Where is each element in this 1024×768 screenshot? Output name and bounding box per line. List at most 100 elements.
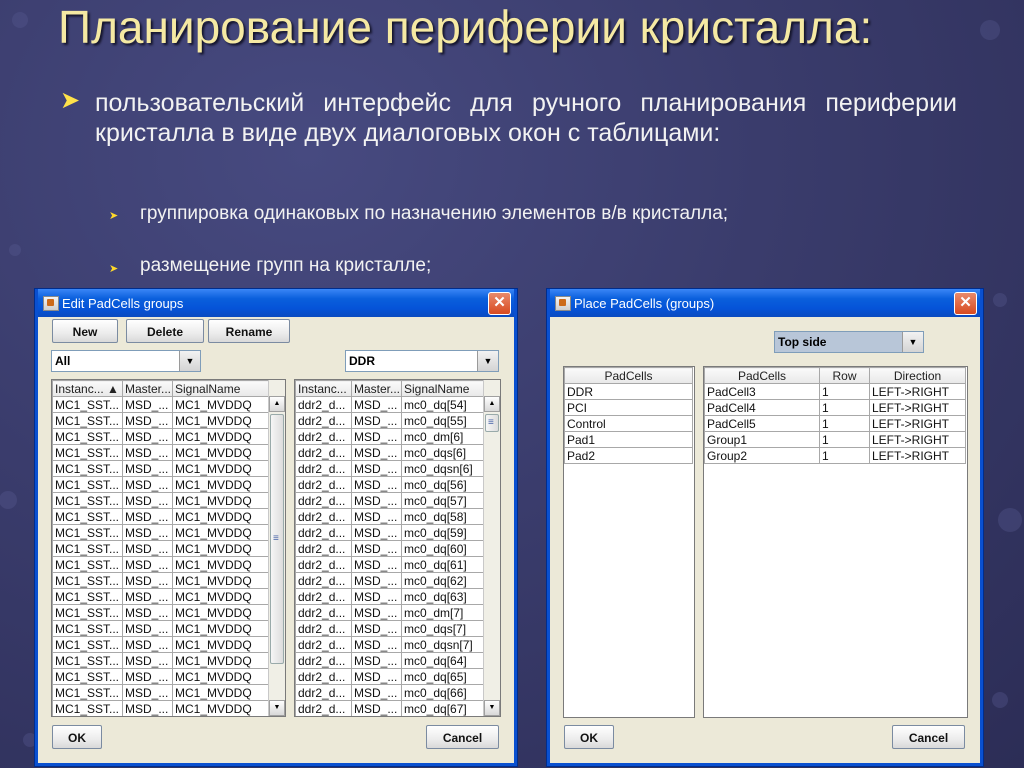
table-row[interactable]: ddr2_d... MSD_... mc0_dq[57] <box>295 492 485 509</box>
table-cell[interactable]: ddr2_d... <box>295 652 352 669</box>
table-cell[interactable]: mc0_dq[62] <box>401 572 485 589</box>
table-row[interactable]: MC1_SST... MSD_... MC1_MVDDQ <box>52 652 270 669</box>
table-cell[interactable]: PadCell5 <box>704 415 820 432</box>
close-icon[interactable]: ✕ <box>954 292 977 315</box>
table-cell[interactable]: MC1_MVDDQ <box>172 684 270 701</box>
rename-button[interactable]: Rename <box>208 319 290 343</box>
table-cell[interactable]: ddr2_d... <box>295 492 352 509</box>
table-row[interactable]: ddr2_d... MSD_... mc0_dqs[6] <box>295 444 485 461</box>
table-row[interactable]: PadCell3 1 LEFT->RIGHT <box>704 383 966 400</box>
table-row[interactable]: ddr2_d... MSD_... mc0_dm[6] <box>295 428 485 445</box>
table-cell[interactable]: MC1_MVDDQ <box>172 444 270 461</box>
table-cell[interactable]: ddr2_d... <box>295 460 352 477</box>
table-cell[interactable]: MSD_... <box>122 476 173 493</box>
table-cell[interactable]: mc0_dq[55] <box>401 412 485 429</box>
table-cell[interactable]: LEFT->RIGHT <box>869 431 966 448</box>
table-cell[interactable]: MC1_SST... <box>52 444 123 461</box>
side-select[interactable]: Top side ▼ <box>774 331 924 353</box>
column-header[interactable]: Instanc... <box>295 380 352 397</box>
table-row[interactable]: ddr2_d... MSD_... mc0_dq[65] <box>295 668 485 685</box>
table-row[interactable]: MC1_SST... MSD_... MC1_MVDDQ <box>52 492 270 509</box>
table-cell[interactable]: MC1_MVDDQ <box>172 508 270 525</box>
new-button[interactable]: New <box>52 319 118 343</box>
table-row[interactable]: ddr2_d... MSD_... mc0_dq[56] <box>295 476 485 493</box>
table-cell[interactable]: MSD_... <box>351 412 402 429</box>
table-cell[interactable]: MSD_... <box>351 428 402 445</box>
table-cell[interactable]: ddr2_d... <box>295 620 352 637</box>
table-cell[interactable]: MC1_MVDDQ <box>172 428 270 445</box>
table-cell[interactable]: MC1_SST... <box>52 412 123 429</box>
table-cell[interactable]: ddr2_d... <box>295 396 352 413</box>
table-cell[interactable]: MSD_... <box>351 604 402 621</box>
table-cell[interactable]: MC1_MVDDQ <box>172 700 270 716</box>
table-cell[interactable]: MC1_MVDDQ <box>172 412 270 429</box>
table-cell[interactable]: MSD_... <box>122 396 173 413</box>
table-cell[interactable]: ddr2_d... <box>295 508 352 525</box>
table-cell[interactable]: MSD_... <box>351 476 402 493</box>
table-cell[interactable]: MC1_SST... <box>52 700 123 716</box>
table-cell[interactable]: MC1_SST... <box>52 604 123 621</box>
column-header[interactable]: Row <box>819 367 870 384</box>
table-cell[interactable]: LEFT->RIGHT <box>869 415 966 432</box>
table-row[interactable]: MC1_SST... MSD_... MC1_MVDDQ <box>52 636 270 653</box>
table-cell[interactable]: MC1_MVDDQ <box>172 540 270 557</box>
table-cell[interactable]: mc0_dq[65] <box>401 668 485 685</box>
table-row[interactable]: MC1_SST... MSD_... MC1_MVDDQ <box>52 700 270 716</box>
table-cell[interactable]: MSD_... <box>351 700 402 716</box>
table-cell[interactable]: MC1_SST... <box>52 652 123 669</box>
table-cell[interactable]: ddr2_d... <box>295 668 352 685</box>
table-cell[interactable]: mc0_dm[7] <box>401 604 485 621</box>
table-cell[interactable]: mc0_dq[59] <box>401 524 485 541</box>
edit-dialog-titlebar[interactable]: Edit PadCells groups ✕ <box>38 289 514 317</box>
table-cell[interactable]: PadCell3 <box>704 383 820 400</box>
vertical-scrollbar[interactable]: ▲ ▼ <box>483 380 500 716</box>
cancel-button[interactable]: Cancel <box>892 725 965 749</box>
table-cell[interactable]: 1 <box>819 415 870 432</box>
table-cell[interactable]: mc0_dqs[7] <box>401 620 485 637</box>
table-row[interactable]: DDR <box>564 383 693 400</box>
delete-button[interactable]: Delete <box>126 319 204 343</box>
table-row[interactable]: Pad1 <box>564 431 693 448</box>
scroll-down-icon[interactable]: ▼ <box>484 700 500 716</box>
table-cell[interactable]: MC1_SST... <box>52 396 123 413</box>
table-cell[interactable]: Pad2 <box>564 447 693 464</box>
table-row[interactable]: MC1_SST... MSD_... MC1_MVDDQ <box>52 604 270 621</box>
table-cell[interactable]: MSD_... <box>351 540 402 557</box>
table-row[interactable]: ddr2_d... MSD_... mc0_dqsn[7] <box>295 636 485 653</box>
table-cell[interactable]: mc0_dq[58] <box>401 508 485 525</box>
table-cell[interactable]: MSD_... <box>351 684 402 701</box>
table-row[interactable]: MC1_SST... MSD_... MC1_MVDDQ <box>52 540 270 557</box>
ok-button[interactable]: OK <box>52 725 102 749</box>
table-cell[interactable]: MC1_SST... <box>52 492 123 509</box>
table-cell[interactable]: 1 <box>819 431 870 448</box>
table-row[interactable]: ddr2_d... MSD_... mc0_dq[66] <box>295 684 485 701</box>
table-cell[interactable]: MSD_... <box>122 508 173 525</box>
table-row[interactable]: MC1_SST... MSD_... MC1_MVDDQ <box>52 444 270 461</box>
table-row[interactable]: ddr2_d... MSD_... mc0_dq[61] <box>295 556 485 573</box>
table-row[interactable]: MC1_SST... MSD_... MC1_MVDDQ <box>52 396 270 413</box>
table-cell[interactable]: MSD_... <box>351 396 402 413</box>
table-cell[interactable]: Group2 <box>704 447 820 464</box>
table-cell[interactable]: mc0_dq[67] <box>401 700 485 716</box>
table-cell[interactable]: MSD_... <box>122 572 173 589</box>
table-cell[interactable]: ddr2_d... <box>295 684 352 701</box>
table-cell[interactable]: 1 <box>819 383 870 400</box>
table-row[interactable]: ddr2_d... MSD_... mc0_dq[62] <box>295 572 485 589</box>
table-cell[interactable]: MC1_MVDDQ <box>172 492 270 509</box>
table-cell[interactable]: MSD_... <box>122 460 173 477</box>
table-row[interactable]: MC1_SST... MSD_... MC1_MVDDQ <box>52 508 270 525</box>
table-row[interactable]: ddr2_d... MSD_... mc0_dq[54] <box>295 396 485 413</box>
table-row[interactable]: ddr2_d... MSD_... mc0_dq[59] <box>295 524 485 541</box>
table-cell[interactable]: MSD_... <box>122 684 173 701</box>
column-header[interactable]: PadCells <box>704 367 820 384</box>
table-cell[interactable]: MC1_SST... <box>52 524 123 541</box>
table-cell[interactable]: mc0_dq[54] <box>401 396 485 413</box>
table-cell[interactable]: Pad1 <box>564 431 693 448</box>
table-cell[interactable]: MSD_... <box>351 444 402 461</box>
table-cell[interactable]: MSD_... <box>122 588 173 605</box>
table-cell[interactable]: MC1_SST... <box>52 684 123 701</box>
table-cell[interactable]: MSD_... <box>351 508 402 525</box>
table-cell[interactable]: PCI <box>564 399 693 416</box>
table-cell[interactable]: ddr2_d... <box>295 540 352 557</box>
table-cell[interactable]: MC1_SST... <box>52 460 123 477</box>
